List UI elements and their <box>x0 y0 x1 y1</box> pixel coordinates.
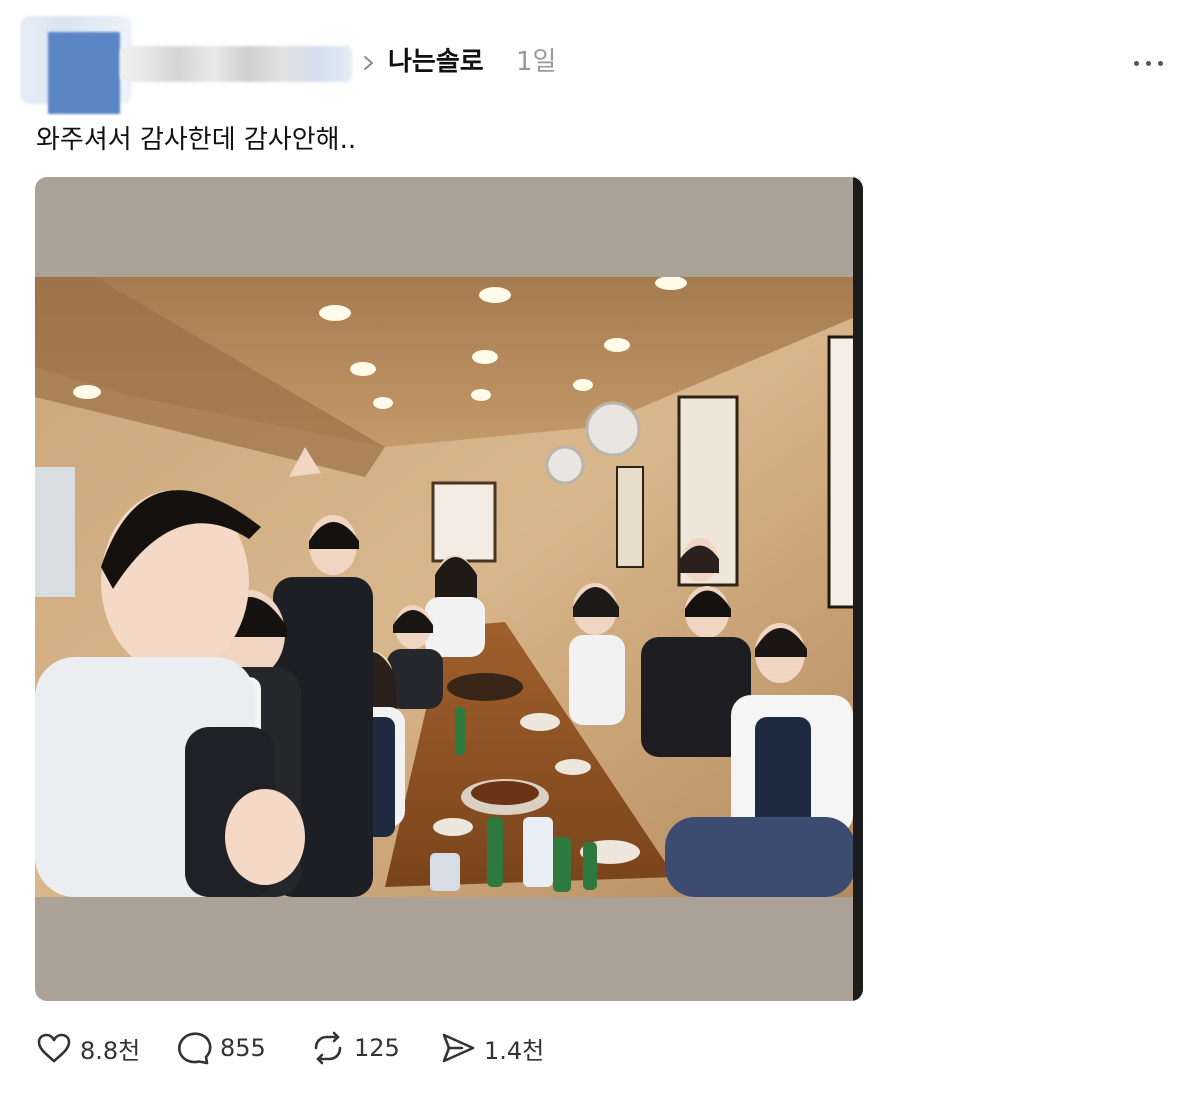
repost-icon <box>314 1031 342 1065</box>
comment-bubble-icon <box>178 1032 212 1065</box>
heart-icon <box>37 1033 71 1063</box>
avatar[interactable] <box>20 16 132 114</box>
like-count: 8.8천 <box>80 1036 141 1065</box>
send-icon <box>442 1033 475 1063</box>
comment-count: 855 <box>220 1034 266 1062</box>
like-button[interactable]: 8.8천 <box>36 1030 140 1066</box>
post-time: 1일 <box>516 47 557 77</box>
repost-count: 125 <box>354 1034 400 1062</box>
post-card: 나는솔로 1일 와주셔서 감사한데 감사안해.. 8.8천 855 125 1.… <box>0 0 1200 1096</box>
post-header: 나는솔로 1일 <box>0 0 1200 120</box>
more-options-button[interactable] <box>1124 48 1172 78</box>
post-photo[interactable] <box>35 177 863 1001</box>
chevron-right-icon <box>364 56 373 70</box>
post-text: 와주셔서 감사한데 감사안해.. <box>36 125 357 155</box>
share-button[interactable]: 1.4천 <box>440 1030 544 1066</box>
share-count: 1.4천 <box>484 1036 545 1065</box>
comment-button[interactable]: 855 <box>176 1030 266 1066</box>
restaurant-group-photo <box>35 277 855 897</box>
repost-button[interactable]: 125 <box>310 1030 400 1066</box>
community-name[interactable]: 나는솔로 <box>388 46 484 78</box>
author-name-blurred[interactable] <box>120 46 352 82</box>
post-actions: 8.8천 855 125 1.4천 <box>0 1020 1200 1080</box>
more-dots-icon <box>1134 61 1139 66</box>
